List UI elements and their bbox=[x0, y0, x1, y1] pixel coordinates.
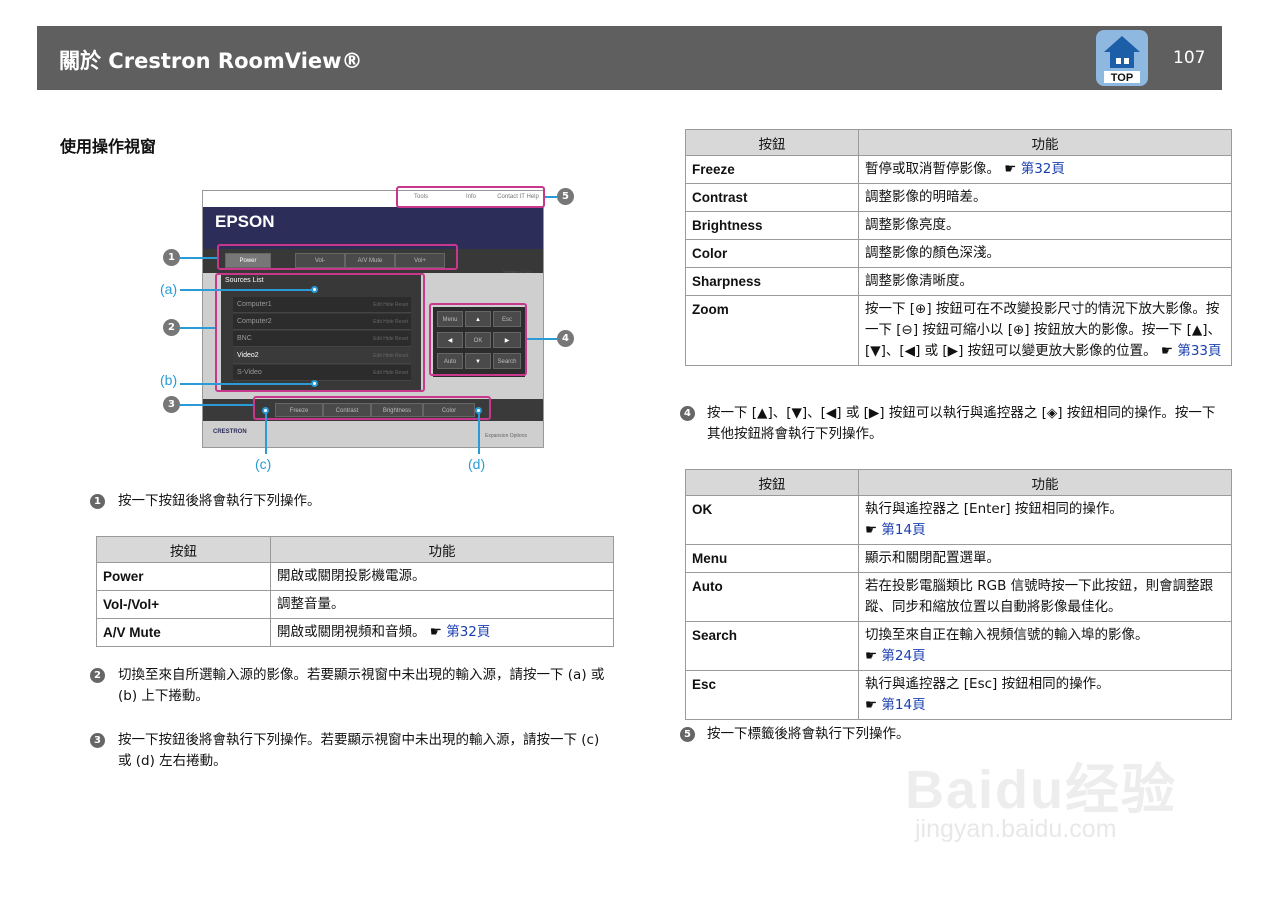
table-nav-buttons: 按鈕 功能 OK 執行與遙控器之 [Enter] 按鈕相同的操作。 ☛ 第14頁 Me… bbox=[685, 469, 1232, 720]
table-row: Esc 執行與遙控器之 [Esc] 按鈕相同的操作。 ☛ 第14頁 bbox=[685, 670, 1232, 720]
table-row: Freeze 暫停或取消暫停影像。 ☛ 第32頁 bbox=[685, 155, 1232, 184]
page-link[interactable]: 第32頁 bbox=[446, 624, 490, 640]
table-row: OK 執行與遙控器之 [Enter] 按鈕相同的操作。 ☛ 第14頁 bbox=[685, 495, 1232, 545]
note-3: 按一下按鈕後將會執行下列操作。若要顯示視窗中未出現的輸入源，請按一下 (c) 或… bbox=[118, 732, 600, 769]
epson-logo: EPSON bbox=[215, 212, 275, 231]
hand-icon: ☛ bbox=[1160, 343, 1174, 359]
nav-highlight bbox=[429, 303, 527, 376]
page-header: 關於 Crestron RoomView® TOP 107 bbox=[37, 26, 1222, 90]
note-1: 按一下按鈕後將會執行下列操作。 bbox=[118, 493, 321, 509]
page-link[interactable]: 第14頁 bbox=[881, 697, 925, 713]
watermark-url: jingyan.baidu.com bbox=[915, 815, 1117, 843]
callout-5: 5 bbox=[557, 188, 574, 205]
step-1-icon: 1 bbox=[90, 494, 105, 509]
callout-a: (a) bbox=[160, 281, 178, 297]
table-row: Auto 若在投影電腦類比 RGB 信號時按一下此按鈕，則會調整跟蹤、同步和縮放位… bbox=[685, 572, 1232, 622]
hand-icon: ☛ bbox=[865, 648, 878, 664]
section-title: 使用操作視窗 bbox=[60, 137, 157, 156]
crestron-logo: CRESTRON bbox=[213, 429, 247, 435]
callout-c: (c) bbox=[255, 456, 272, 472]
table-row: Menu 顯示和關閉配置選單。 bbox=[685, 544, 1232, 573]
table-row: Zoom 按一下 [⊕] 按鈕可在不改變投影尺寸的情況下放大影像。按一下 [⊖] … bbox=[685, 295, 1232, 366]
note-2: 切換至來自所選輸入源的影像。若要顯示視窗中未出現的輸入源，請按一下 (a) 或 … bbox=[118, 667, 605, 704]
hand-icon: ☛ bbox=[429, 624, 442, 640]
callout-1: 1 bbox=[163, 249, 180, 266]
step-4-icon: 4 bbox=[680, 406, 695, 421]
watermark-logo: Baidu经验 bbox=[905, 760, 1178, 820]
tabs-highlight bbox=[396, 186, 545, 208]
step-3-icon: 3 bbox=[90, 733, 105, 748]
hand-icon: ☛ bbox=[865, 697, 878, 713]
callout-2: 2 bbox=[163, 319, 180, 336]
table-row: Contrast 調整影像的明暗差。 bbox=[685, 183, 1232, 212]
callout-3: 3 bbox=[163, 396, 180, 413]
page-number: 107 bbox=[1173, 48, 1206, 68]
hand-icon: ☛ bbox=[865, 522, 878, 538]
note-4: 按一下 [▲]、[▼]、[◀] 或 [▶] 按鈕可以執行與遙控器之 [◈] 按鈕… bbox=[707, 405, 1216, 442]
expansion-options[interactable]: Expansion Options bbox=[485, 433, 527, 439]
page-title: 關於 Crestron RoomView® bbox=[59, 49, 363, 73]
table-row: Vol-/Vol+ 調整音量。 bbox=[96, 590, 614, 619]
top-buttons-highlight bbox=[217, 244, 458, 270]
table-row: Color 調整影像的顏色深淺。 bbox=[685, 239, 1232, 268]
page-link[interactable]: 第32頁 bbox=[1021, 161, 1065, 177]
version-label: Interface 2.7.2.0 bbox=[503, 269, 532, 274]
callout-b: (b) bbox=[160, 372, 178, 388]
page-link[interactable]: 第24頁 bbox=[881, 648, 925, 664]
table-row: Sharpness 調整影像清晰度。 bbox=[685, 267, 1232, 296]
table-row: Brightness 調整影像亮度。 bbox=[685, 211, 1232, 240]
table-row: Search 切換至來自正在輸入視頻信號的輸入埠的影像。 ☛ 第24頁 bbox=[685, 621, 1232, 671]
table-top-buttons: 按鈕 功能 Power 開啟或關閉投影機電源。 Vol-/Vol+ 調整音量。 A/V… bbox=[96, 536, 614, 647]
step-2-icon: 2 bbox=[90, 668, 105, 683]
bottom-buttons-highlight bbox=[253, 396, 491, 420]
hand-icon: ☛ bbox=[1004, 161, 1017, 177]
table-row: Power 開啟或關閉投影機電源。 bbox=[96, 562, 614, 591]
page-link[interactable]: 第33頁 bbox=[1177, 343, 1221, 359]
note-5: 按一下標籤後將會執行下列操作。 bbox=[707, 726, 910, 742]
callout-4: 4 bbox=[557, 330, 574, 347]
table-row: A/V Mute 開啟或關閉視頻和音頻。 ☛ 第32頁 bbox=[96, 618, 614, 647]
callout-d: (d) bbox=[468, 456, 486, 472]
step-5-icon: 5 bbox=[680, 727, 695, 742]
table-bottom-buttons: 按鈕 功能 Freeze 暫停或取消暫停影像。 ☛ 第32頁 Contrast 調整影… bbox=[685, 129, 1232, 366]
top-label: TOP bbox=[1111, 72, 1133, 84]
top-home-icon[interactable]: TOP bbox=[1096, 30, 1148, 86]
page-link[interactable]: 第14頁 bbox=[881, 522, 925, 538]
